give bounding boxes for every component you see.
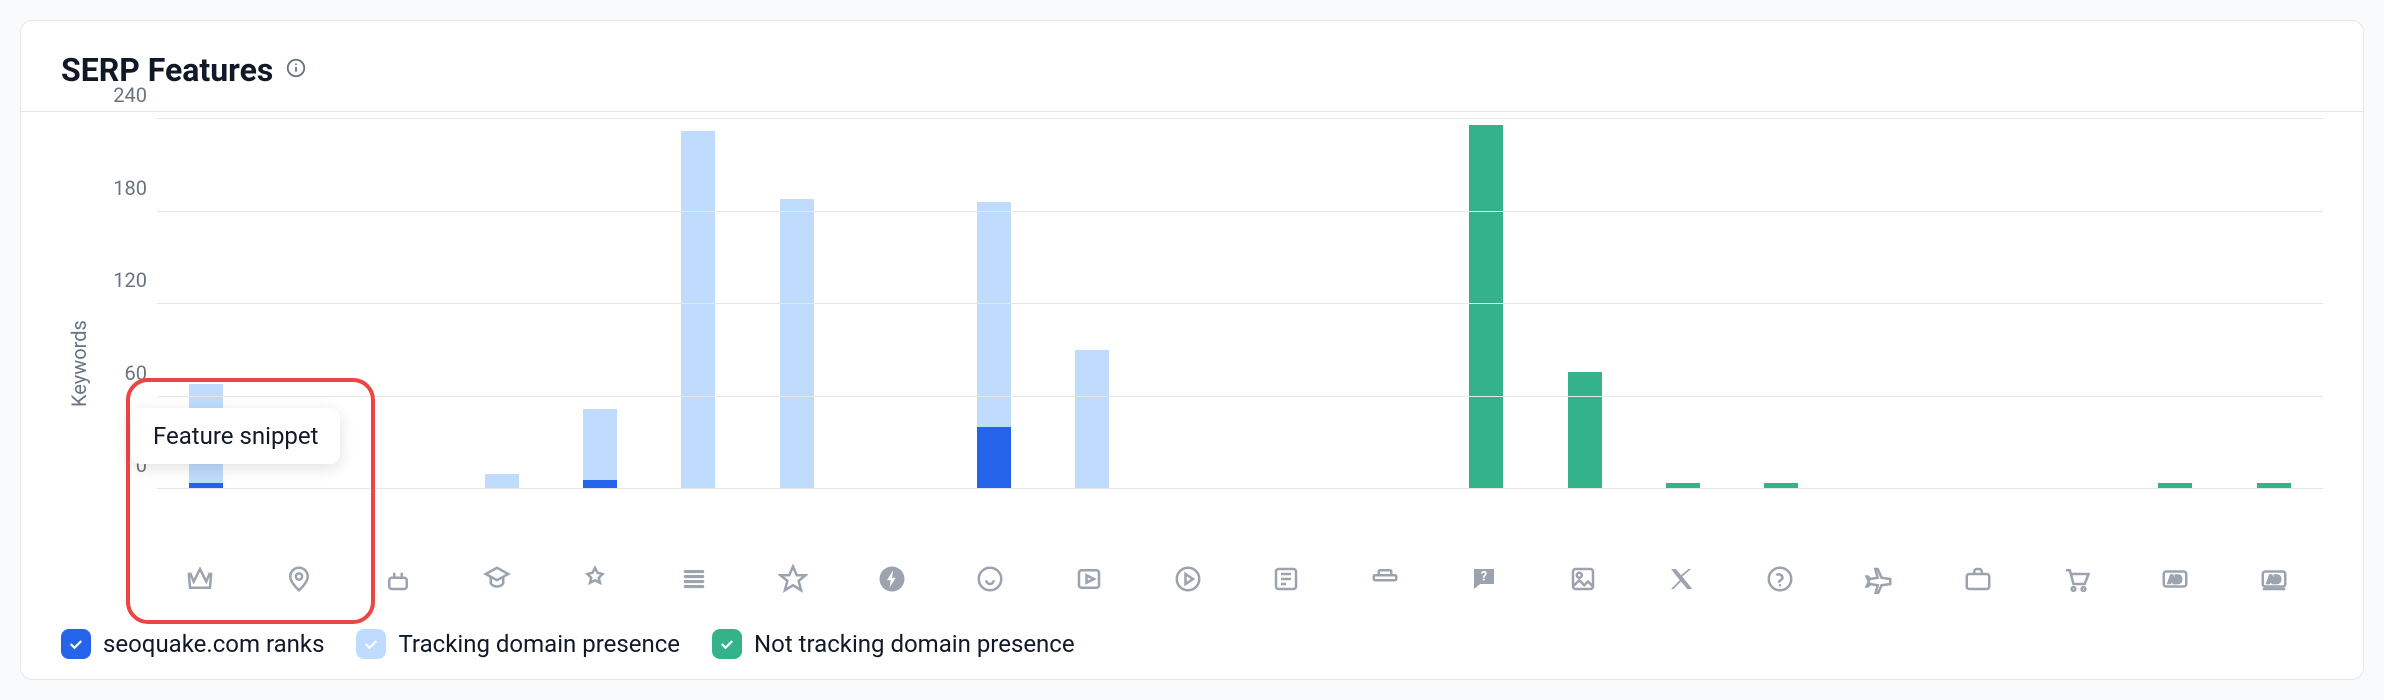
- gridline: [157, 303, 2323, 304]
- bar-segment: [780, 199, 814, 489]
- x-axis: ? AD AD: [151, 549, 2323, 609]
- ads-bottom-icon[interactable]: AD: [2224, 549, 2323, 609]
- top-stories-icon[interactable]: [743, 549, 842, 609]
- serp-features-card: SERP Features Keywords 060120180240 Feat…: [20, 20, 2364, 680]
- instant-answer-icon[interactable]: ?: [1435, 549, 1534, 609]
- y-tick: 120: [113, 268, 147, 292]
- bar-slot[interactable]: [846, 119, 944, 489]
- bar-slot[interactable]: [1043, 119, 1141, 489]
- bar-stack: [1469, 125, 1503, 489]
- bar-stack: [780, 199, 814, 489]
- bar-segment: [583, 409, 617, 480]
- reviews-icon[interactable]: [447, 549, 546, 609]
- bar-segment: [977, 427, 1011, 489]
- sitelinks-icon[interactable]: [645, 549, 744, 609]
- legend-item-ranks[interactable]: seoquake.com ranks: [61, 629, 324, 659]
- bar-slot[interactable]: [1634, 119, 1732, 489]
- bar-slot[interactable]: [1142, 119, 1240, 489]
- bar-stack: [681, 131, 715, 489]
- y-tick: 180: [113, 176, 147, 200]
- card-header: SERP Features: [61, 51, 2323, 89]
- faq-icon[interactable]: [1731, 549, 1830, 609]
- carousel-icon[interactable]: [941, 549, 1040, 609]
- bar-stack: [485, 474, 519, 489]
- legend-item-tracking[interactable]: Tracking domain presence: [356, 629, 680, 659]
- gridline: [157, 488, 2323, 489]
- bar-slot[interactable]: [2126, 119, 2224, 489]
- bars-container: [157, 119, 2323, 489]
- legend-label-ranks: seoquake.com ranks: [103, 630, 324, 658]
- bar-slot[interactable]: [551, 119, 649, 489]
- local-pack-icon[interactable]: [250, 549, 349, 609]
- bar-slot[interactable]: [1338, 119, 1436, 489]
- bar-slot[interactable]: [748, 119, 846, 489]
- gridline: [157, 211, 2323, 212]
- tooltip-label: Feature snippet: [153, 422, 318, 450]
- legend-chip-ranks: [61, 629, 91, 659]
- featured-snippet-icon[interactable]: [151, 549, 250, 609]
- bar-slot[interactable]: [354, 119, 452, 489]
- bar-slot[interactable]: [1929, 119, 2027, 489]
- bar-slot[interactable]: [452, 119, 550, 489]
- bar-slot[interactable]: [1535, 119, 1633, 489]
- bar-segment: [681, 131, 715, 489]
- legend: seoquake.com ranks Tracking domain prese…: [61, 629, 2323, 659]
- video-icon[interactable]: [1040, 549, 1139, 609]
- tooltip: Feature snippet: [131, 408, 340, 464]
- svg-text:AD: AD: [2267, 575, 2281, 586]
- card-title: SERP Features: [61, 51, 273, 89]
- bar-slot[interactable]: [649, 119, 747, 489]
- legend-chip-tracking: [356, 629, 386, 659]
- divider: [21, 111, 2363, 112]
- bar-slot[interactable]: [2028, 119, 2126, 489]
- news-icon[interactable]: [1237, 549, 1336, 609]
- ads-top-icon[interactable]: AD: [2126, 549, 2225, 609]
- shopping-icon[interactable]: [2027, 549, 2126, 609]
- bar-stack: [583, 409, 617, 489]
- amp-icon[interactable]: [842, 549, 941, 609]
- bar-slot[interactable]: [1831, 119, 1929, 489]
- svg-text:AD: AD: [2168, 575, 2182, 586]
- bar-segment: [1075, 350, 1109, 489]
- bar-segment: [1568, 372, 1602, 489]
- bar-segment: [485, 474, 519, 489]
- legend-item-not-tracking[interactable]: Not tracking domain presence: [712, 629, 1075, 659]
- bar-segment: [977, 202, 1011, 427]
- video-carousel-icon[interactable]: [1138, 549, 1237, 609]
- y-tick: 60: [125, 361, 147, 385]
- bar-stack: [1075, 350, 1109, 489]
- y-axis-label: Keywords: [61, 119, 97, 549]
- svg-text:?: ?: [1481, 569, 1487, 584]
- bar-stack: [977, 202, 1011, 489]
- bar-slot[interactable]: [1437, 119, 1535, 489]
- bar-segment: [1469, 125, 1503, 489]
- knowledge-panel-icon[interactable]: [546, 549, 645, 609]
- info-icon[interactable]: [285, 57, 307, 83]
- ai-overview-icon[interactable]: [348, 549, 447, 609]
- legend-chip-not-tracking: [712, 629, 742, 659]
- chart: Keywords 060120180240 Feature snippet: [61, 119, 2323, 549]
- image-pack-icon[interactable]: [1533, 549, 1632, 609]
- legend-label-tracking: Tracking domain presence: [398, 630, 680, 658]
- bar-slot[interactable]: [1732, 119, 1830, 489]
- gridline: [157, 118, 2323, 119]
- bar-stack: [1568, 372, 1602, 489]
- flights-icon[interactable]: [1829, 549, 1928, 609]
- gridline: [157, 396, 2323, 397]
- bar-slot[interactable]: [2225, 119, 2323, 489]
- legend-label-not-tracking: Not tracking domain presence: [754, 630, 1075, 658]
- twitter-icon[interactable]: [1632, 549, 1731, 609]
- y-tick: 240: [113, 83, 147, 107]
- jobs-icon[interactable]: [1928, 549, 2027, 609]
- recipe-icon[interactable]: [1336, 549, 1435, 609]
- bar-slot[interactable]: [1240, 119, 1338, 489]
- plot-area: Feature snippet: [157, 119, 2323, 489]
- bar-slot[interactable]: [945, 119, 1043, 489]
